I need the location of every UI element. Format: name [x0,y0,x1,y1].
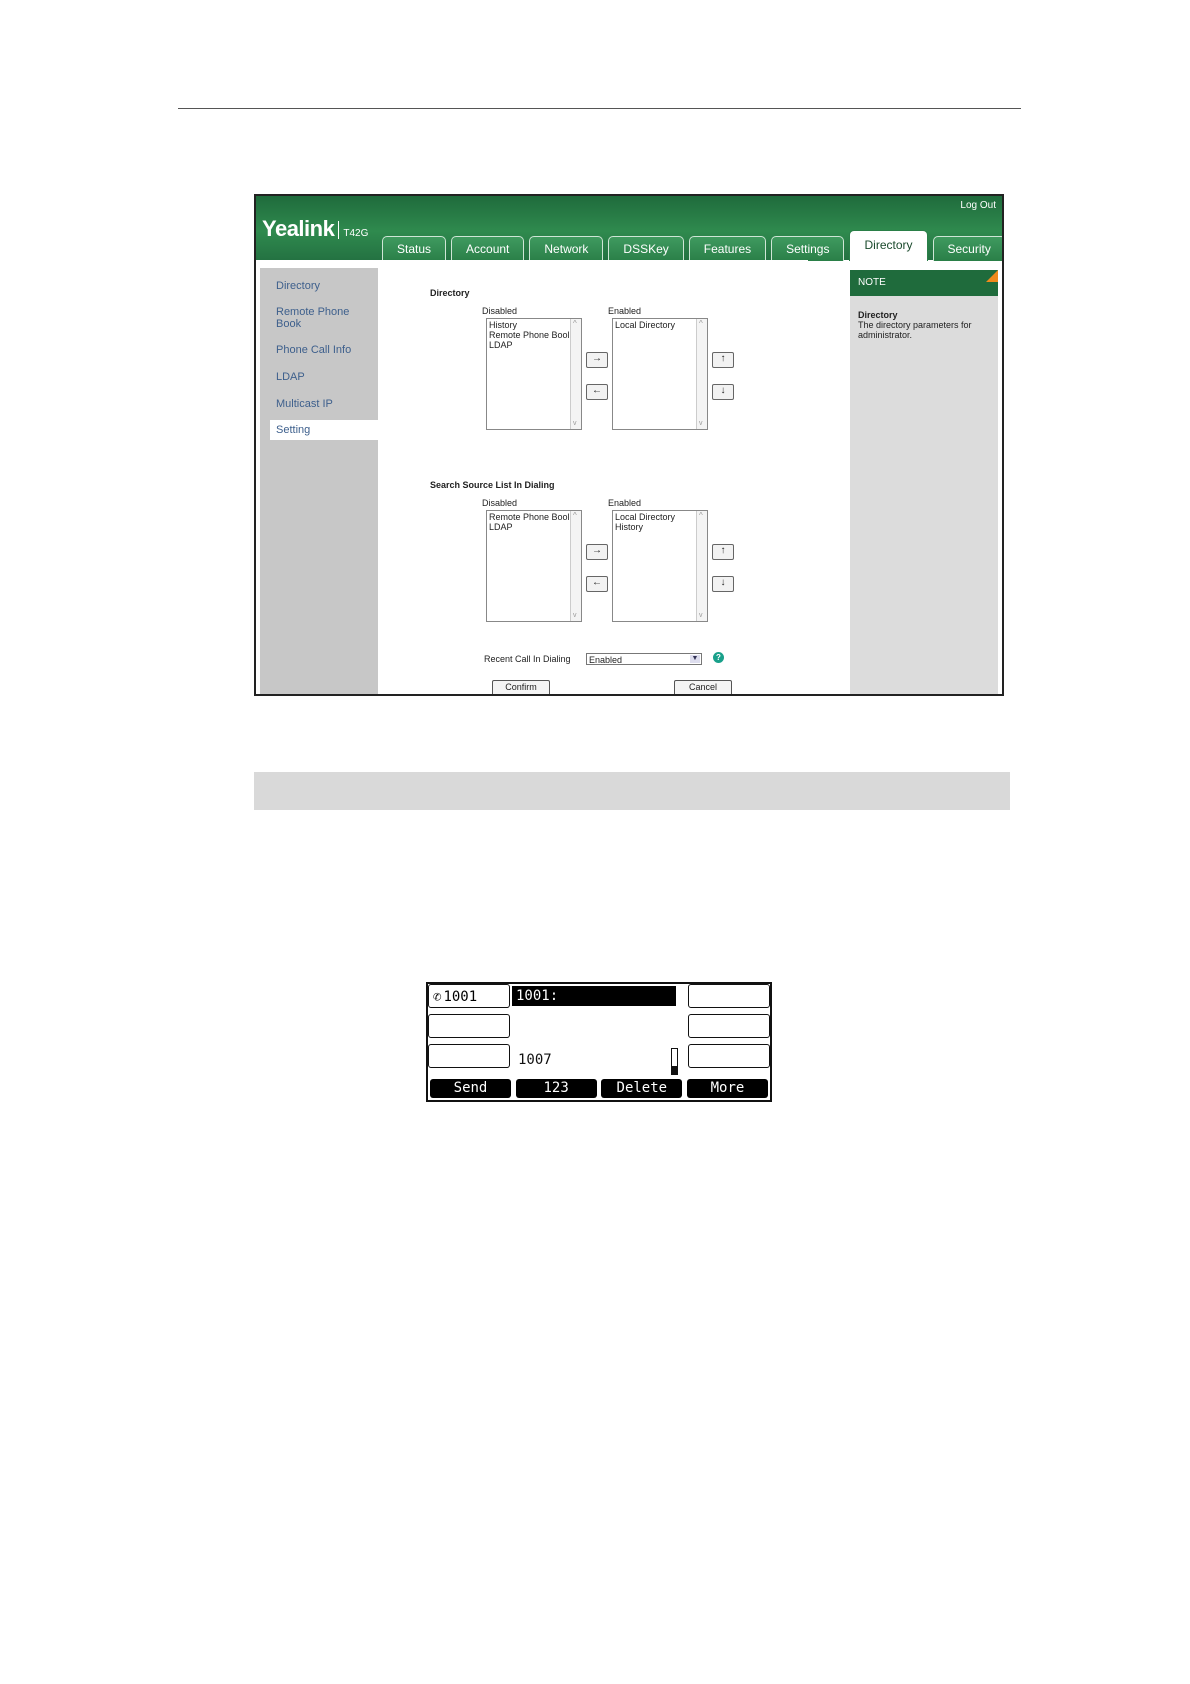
sidebar-item-ldap[interactable]: LDAP [276,371,372,383]
help-icon[interactable]: ? [713,652,724,663]
yealink-web-ui: Yealink T42G Log Out Status Account Netwo… [254,194,1004,696]
sidebar-item-setting[interactable]: Setting [270,420,384,440]
line-key-2[interactable] [428,1014,510,1038]
list-item[interactable]: LDAP [489,340,571,350]
directory-section-title: Directory [430,288,470,298]
note-text: The directory parameters for administrat… [858,320,972,340]
tab-dsskey[interactable]: DSSKey [608,236,684,261]
search-disabled-list[interactable]: Remote Phone Bool LDAP [486,510,582,622]
tab-network[interactable]: Network [529,236,604,261]
directory-enabled-list[interactable]: Local Directory [612,318,708,430]
logo-text: Yealink [262,216,335,241]
list-scrollbar[interactable] [696,511,707,621]
settings-panel: Directory Disabled Enabled History Remot… [378,260,808,694]
logo-divider [338,221,340,239]
line-key-6[interactable] [688,1044,770,1068]
page-top-rule [178,108,1021,109]
tab-settings[interactable]: Settings [771,236,845,261]
softkey-bar: Send 123 Delete More [428,1078,770,1100]
tab-features[interactable]: Features [688,236,767,261]
tab-status[interactable]: Status [382,236,447,261]
move-left-button[interactable]: ← [586,384,608,400]
note-body: Directory The directory parameters for a… [858,310,990,340]
move-down-button[interactable]: ↓ [712,384,734,400]
list-scrollbar[interactable] [570,511,581,621]
note-header: NOTE [850,270,998,296]
model-name: T42G [343,228,369,239]
note-panel: NOTE Directory The directory parameters … [850,270,998,694]
search-move-left-button[interactable]: ← [586,576,608,592]
recent-call-label: Recent Call In Dialing [484,654,571,664]
sidebar-item-remote-phone-book[interactable]: Remote Phone Book [276,306,372,330]
line-key-1001[interactable]: ✆ 1001 [428,984,510,1008]
phone-handset-icon: ✆ [433,989,442,1005]
directory-enabled-label: Enabled [608,306,642,316]
dialing-title-bar: 1001: [512,986,676,1006]
search-source-section-title: Search Source List In Dialing [430,480,555,490]
line-key-4[interactable] [688,984,770,1008]
search-move-right-button[interactable]: → [586,544,608,560]
move-right-button[interactable]: → [586,352,608,368]
phone-lcd: ✆ 1001 1001: 1007 Send 123 Delete More [426,982,772,1102]
directory-disabled-label: Disabled [482,306,518,316]
tab-directory[interactable]: Directory [849,230,928,261]
sidebar: Directory Remote Phone Book Phone Call I… [260,268,384,694]
list-item[interactable]: History [489,320,571,330]
softkey-send[interactable]: Send [430,1079,511,1098]
corner-fold-icon [986,270,998,282]
note-title: Directory [858,310,898,320]
scroll-indicator [671,1048,678,1075]
search-move-down-button[interactable]: ↓ [712,576,734,592]
list-item[interactable]: Remote Phone Bool [489,330,571,340]
sidebar-item-directory[interactable]: Directory [276,280,372,292]
cancel-button[interactable]: Cancel [674,680,732,694]
tab-account[interactable]: Account [451,236,525,261]
sidebar-item-multicast-ip[interactable]: Multicast IP [276,398,372,410]
note-header-text: NOTE [858,277,886,288]
line-key-5[interactable] [688,1014,770,1038]
line-key-label: 1001 [443,989,478,1005]
recent-call-select[interactable]: Enabled ▼ [586,653,702,665]
list-scrollbar[interactable] [570,319,581,429]
search-move-up-button[interactable]: ↑ [712,544,734,560]
header-bar: Yealink T42G Log Out Status Account Netwo… [256,196,1002,261]
line-key-3[interactable] [428,1044,510,1068]
list-item[interactable]: Local Directory [615,320,697,330]
yealink-logo: Yealink T42G [262,216,368,242]
recent-call-value: Enabled [589,655,623,665]
softkey-123[interactable]: 123 [515,1079,597,1098]
move-up-button[interactable]: ↑ [712,352,734,368]
logout-link[interactable]: Log Out [960,200,996,211]
list-item[interactable]: LDAP [489,522,571,532]
directory-disabled-list[interactable]: History Remote Phone Bool LDAP [486,318,582,430]
list-item[interactable]: Remote Phone Bool [489,512,571,522]
softkey-delete[interactable]: Delete [601,1079,683,1098]
dialed-number: 1007 [518,1052,552,1068]
list-item[interactable]: History [615,522,697,532]
search-enabled-label: Enabled [608,498,642,508]
main-tabs: Status Account Network DSSKey Features S… [382,230,1002,261]
caption-band [254,772,1010,810]
search-disabled-label: Disabled [482,498,518,508]
list-scrollbar[interactable] [696,319,707,429]
sidebar-item-phone-call-info[interactable]: Phone Call Info [276,344,372,356]
search-enabled-list[interactable]: Local Directory History [612,510,708,622]
tab-security[interactable]: Security [932,236,1002,261]
list-item[interactable]: Local Directory [615,512,697,522]
chevron-down-icon: ▼ [690,655,700,663]
softkey-more[interactable]: More [686,1079,768,1098]
confirm-button[interactable]: Confirm [492,680,550,694]
scroll-thumb [672,1066,677,1074]
